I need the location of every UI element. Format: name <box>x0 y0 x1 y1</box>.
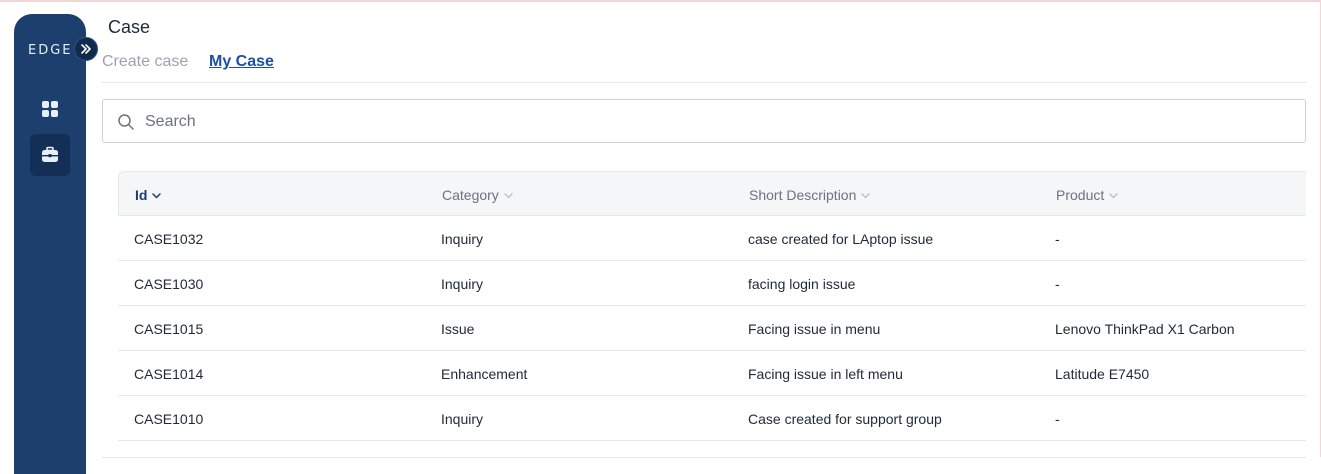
tab-my-case[interactable]: My Case <box>209 53 274 71</box>
cell-product: Latitude E7450 <box>1055 366 1150 382</box>
table-row[interactable]: CASE1030 Inquiry facing login issue - <box>118 261 1306 306</box>
chevron-down-icon <box>861 186 871 202</box>
cell-category: Enhancement <box>441 366 528 382</box>
table-row[interactable]: CASE1014 Enhancement Facing issue in lef… <box>118 351 1306 396</box>
dashboard-grid-icon <box>42 101 58 117</box>
chevron-down-icon <box>504 186 513 202</box>
search-icon <box>118 114 134 130</box>
column-header-short-description[interactable]: Short Description <box>749 186 871 203</box>
header-divider <box>102 82 1306 83</box>
edge-logo[interactable]: EDGE <box>28 43 73 58</box>
cell-category: Inquiry <box>441 276 484 292</box>
search-input[interactable] <box>143 108 1287 136</box>
cell-id: CASE1015 <box>134 321 204 337</box>
cell-product: - <box>1055 231 1060 247</box>
column-header-label: Short Description <box>749 187 857 203</box>
column-header-product[interactable]: Product <box>1056 186 1118 203</box>
cell-short-description: Facing issue in menu <box>748 321 881 337</box>
cell-short-description: case created for LAptop issue <box>748 231 934 247</box>
page-title: Case <box>108 17 151 37</box>
cell-short-description: Facing issue in left menu <box>748 366 903 382</box>
cell-category: Inquiry <box>441 411 484 427</box>
cell-id: CASE1010 <box>134 411 204 427</box>
briefcase-icon <box>42 146 58 162</box>
table-row[interactable]: CASE1010 Inquiry Case created for suppor… <box>118 396 1306 441</box>
cell-product: - <box>1055 276 1060 292</box>
sidebar-item-cases[interactable] <box>30 134 70 176</box>
cell-category: Issue <box>441 321 475 337</box>
sidebar-item-dashboard[interactable] <box>30 88 70 130</box>
cell-product: - <box>1055 411 1060 427</box>
chevron-down-icon <box>1109 186 1118 202</box>
chevrons-right-icon <box>81 44 91 54</box>
table-header: Id Category Short Description Product <box>118 171 1306 216</box>
sidebar: EDGE <box>14 14 86 474</box>
cell-short-description: facing login issue <box>748 276 856 292</box>
chevron-down-icon <box>152 186 162 202</box>
column-header-category[interactable]: Category <box>442 186 513 203</box>
sidebar-expand-button[interactable] <box>74 37 98 61</box>
column-header-id[interactable]: Id <box>135 186 162 203</box>
cell-product: Lenovo ThinkPad X1 Carbon <box>1055 321 1235 337</box>
cell-id: CASE1014 <box>134 366 204 382</box>
cell-id: CASE1030 <box>134 276 204 292</box>
cell-short-description: Case created for support group <box>748 411 942 427</box>
app-frame: EDGE Case Create case My Case Search Id … <box>0 0 1321 474</box>
column-header-label: Product <box>1056 187 1105 203</box>
table-row[interactable]: CASE1032 Inquiry case created for LAptop… <box>118 216 1306 261</box>
cell-id: CASE1032 <box>134 231 204 247</box>
table-row[interactable]: CASE1015 Issue Facing issue in menu Leno… <box>118 306 1306 351</box>
search-box[interactable] <box>102 99 1306 143</box>
cell-category: Inquiry <box>441 231 484 247</box>
table-bottom-divider <box>102 457 1306 458</box>
cases-table: Id Category Short Description Product CA… <box>118 171 1306 441</box>
column-header-label: Category <box>442 187 499 203</box>
tab-create-case[interactable]: Create case <box>102 53 188 71</box>
column-header-label: Id <box>135 187 148 203</box>
